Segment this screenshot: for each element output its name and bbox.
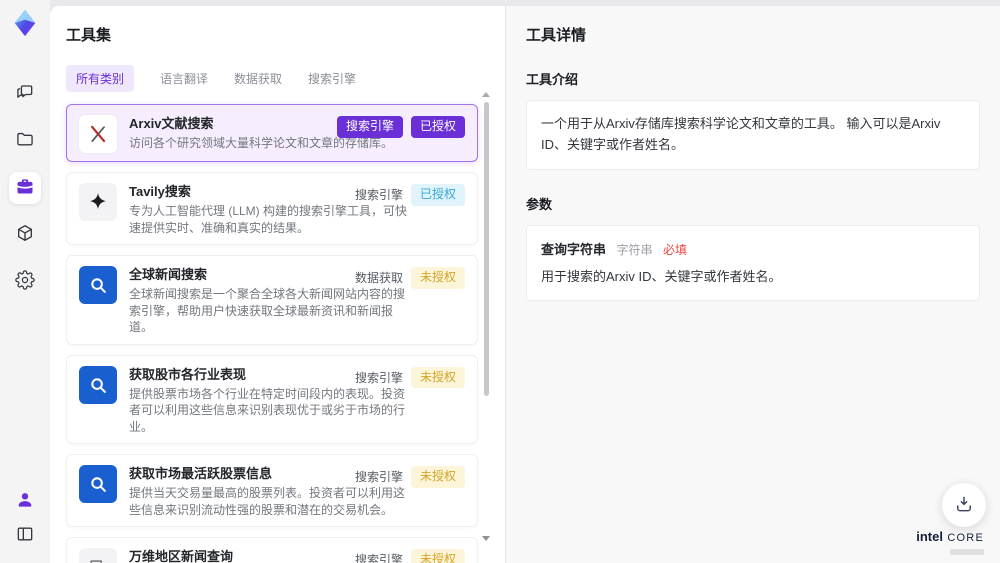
sidebar-item-chat[interactable] <box>9 78 41 110</box>
data-service-icon <box>79 266 117 304</box>
page-title: 工具集 <box>66 27 112 44</box>
params-heading: 参数 <box>526 196 553 212</box>
main-content: 工具集 所有类别 语言翻译 数据获取 搜索引擎 Arxiv文献搜索 访问各个研究领域大… <box>50 6 1000 563</box>
category-tabs: 所有类别 语言翻译 数据获取 搜索引擎 <box>66 65 505 92</box>
sidebar-item-tools[interactable] <box>9 172 41 204</box>
data-service-icon <box>79 365 117 404</box>
tool-card[interactable]: 全球新闻搜索 全球新闻搜索是一个聚合全球各大新闻网站内容的搜索引擎，帮助用户快速… <box>66 255 478 345</box>
data-service-icon <box>79 465 117 503</box>
tool-auth-badge: 已授权 <box>410 184 465 206</box>
tab-all[interactable]: 所有类别 <box>66 65 135 92</box>
scrollbar-thumb[interactable] <box>484 102 489 396</box>
tab-search[interactable]: 搜索引擎 <box>308 65 356 92</box>
core-brand-text: CORE <box>947 532 984 544</box>
tool-category-tag: 搜索引擎 <box>354 553 403 563</box>
tool-list-panel: 工具集 所有类别 语言翻译 数据获取 搜索引擎 Arxiv文献搜索 访问各个研究领域大… <box>50 6 506 563</box>
intel-brand-text: intel <box>916 529 943 544</box>
sidebar-item-packages[interactable] <box>9 219 41 251</box>
panel-toggle-icon <box>15 524 35 549</box>
parameter-type: 字符串 <box>616 242 653 257</box>
tool-category-tag: 搜索引擎 <box>336 116 403 138</box>
newspaper-icon <box>79 548 117 563</box>
tool-auth-badge: 未授权 <box>410 466 465 488</box>
parameter-description: 用于搜索的Arxiv ID、关键字或作者姓名。 <box>541 268 782 284</box>
tool-auth-badge: 未授权 <box>410 267 465 289</box>
tab-translate[interactable]: 语言翻译 <box>160 65 208 92</box>
tool-intro-card: 一个用于从Arxiv存储库搜索科学论文和文章的工具。 输入可以是Arxiv ID… <box>526 100 980 170</box>
parameter-name: 查询字符串 <box>541 241 607 257</box>
parameter-header: 查询字符串 字符串 必填 <box>541 239 965 259</box>
download-button[interactable] <box>942 483 986 527</box>
download-icon <box>954 494 974 517</box>
tool-card[interactable]: Arxiv文献搜索 访问各个研究领域大量科学论文和文章的存储库。 搜索引擎 已授… <box>66 104 478 162</box>
tool-auth-badge: 已授权 <box>410 116 465 138</box>
folder-icon <box>15 129 35 154</box>
tool-card[interactable]: 万维地区新闻查询 查询具体行政区划内的新闻，快速了解各地新闻动态 搜索引擎 未授… <box>66 537 478 563</box>
user-icon <box>15 490 35 515</box>
tool-category-tag: 搜索引擎 <box>354 370 403 385</box>
tool-detail-panel: 工具详情 工具介绍 一个用于从Arxiv存储库搜索科学论文和文章的工具。 输入可… <box>506 6 1000 563</box>
tool-card-list: Arxiv文献搜索 访问各个研究领域大量科学论文和文章的存储库。 搜索引擎 已授… <box>66 104 478 563</box>
package-icon <box>15 223 35 248</box>
app-window: 工具集 所有类别 语言翻译 数据获取 搜索引擎 Arxiv文献搜索 访问各个研究领域大… <box>0 0 1000 563</box>
sidebar-bottom <box>12 489 38 563</box>
scroll-down-arrow[interactable] <box>482 536 490 541</box>
tool-category-tag: 搜索引擎 <box>354 470 403 485</box>
tool-auth-badge: 未授权 <box>410 366 465 389</box>
arxiv-logo-icon <box>79 115 117 153</box>
intro-heading: 工具介绍 <box>526 72 579 87</box>
tool-category-tag: 数据获取 <box>354 271 403 286</box>
tavily-logo-icon <box>79 183 117 221</box>
intel-core-logo: intel CORE <box>916 528 984 555</box>
tool-intro-text: 一个用于从Arxiv存储库搜索科学论文和文章的工具。 输入可以是Arxiv ID… <box>541 116 941 152</box>
tool-description: 全球新闻搜索是一个聚合全球各大新闻网站内容的搜索引擎，帮助用户快速获取全球最新资… <box>129 287 406 334</box>
tool-description: 提供股票市场各个行业在特定时间段内的表现。投资者可以利用这些信息来识别表现优于或… <box>129 386 406 434</box>
tool-card[interactable]: 获取市场最活跃股票信息 提供当天交易量最高的股票列表。投资者可以利用这些信息来识… <box>66 454 478 527</box>
detail-title: 工具详情 <box>526 27 587 44</box>
tool-auth-badge: 未授权 <box>410 549 465 563</box>
tool-card[interactable]: 获取股市各行业表现 提供股票市场各个行业在特定时间段内的表现。投资者可以利用这些… <box>66 354 478 444</box>
sidebar-nav <box>9 78 41 298</box>
scroll-up-arrow[interactable] <box>482 92 490 97</box>
parameter-required-badge: 必填 <box>662 242 687 257</box>
tool-description: 专为人工智能代理 (LLM) 构建的搜索引擎工具，可快速提供实时、准确和真实的结… <box>129 204 408 235</box>
tab-data[interactable]: 数据获取 <box>234 65 282 92</box>
sidebar-item-settings[interactable] <box>9 266 41 298</box>
app-logo-icon[interactable] <box>10 8 40 38</box>
gear-icon <box>15 269 35 295</box>
tool-description: 提供当天交易量最高的股票列表。投资者可以利用这些信息来识别流动性强的股票和潜在的… <box>129 486 406 517</box>
tool-category-tag: 搜索引擎 <box>354 188 403 203</box>
sidebar-item-profile[interactable] <box>12 489 38 515</box>
sidebar-item-collapse[interactable] <box>12 523 38 549</box>
sidebar-item-files[interactable] <box>9 125 41 157</box>
parameter-card: 查询字符串 字符串 必填 用于搜索的Arxiv ID、关键字或作者姓名。 <box>526 224 980 302</box>
toolbox-icon <box>15 176 35 201</box>
tool-card[interactable]: Tavily搜索 专为人工智能代理 (LLM) 构建的搜索引擎工具，可快速提供实… <box>66 172 478 245</box>
chat-icon <box>15 82 35 107</box>
sidebar <box>0 0 50 563</box>
processor-badge <box>950 549 984 555</box>
